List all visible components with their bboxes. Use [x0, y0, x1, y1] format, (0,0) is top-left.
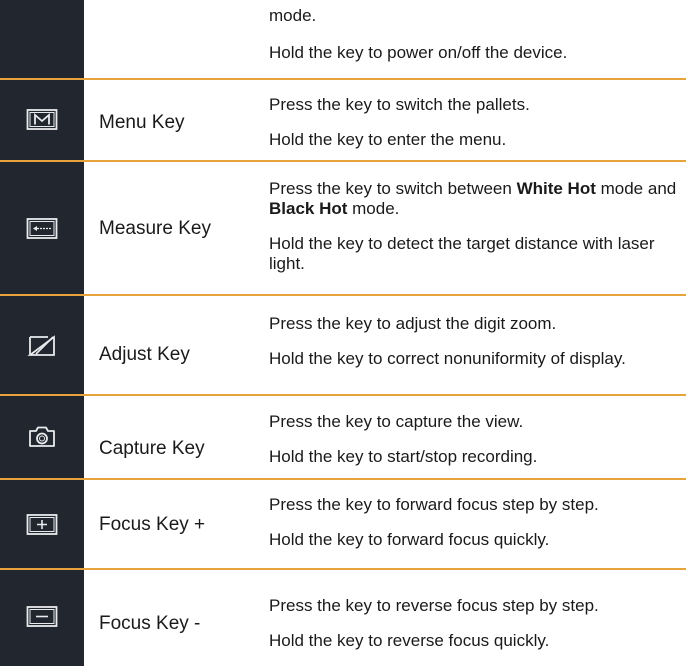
row-description: Press the key to capture the view. Hold …: [269, 412, 679, 467]
description-text: Press the key to switch between: [269, 179, 517, 198]
description-text: mode.: [347, 199, 400, 218]
key-name: Focus Key -: [99, 613, 201, 634]
description-line: Hold the key to enter the menu.: [269, 130, 507, 149]
row-description: Press the key to switch between White Ho…: [269, 179, 679, 274]
description-bold: White Hot: [516, 179, 596, 198]
description-line: Press the key to switch between White Ho…: [269, 179, 679, 219]
key-name: Adjust Key: [99, 344, 190, 365]
icon-column-cell: [0, 0, 84, 80]
row-description: Press the key to switch the pallets. Hol…: [269, 95, 679, 150]
icon-column-cell: [0, 296, 84, 396]
key-name: Menu Key: [99, 112, 185, 133]
table-row-capture-key: Capture Key Press the key to capture the…: [0, 396, 686, 480]
plus-key-icon: [26, 513, 58, 537]
description-line: Hold the key to forward focus quickly.: [269, 530, 550, 549]
measure-key-icon: [26, 217, 58, 241]
table-row-focus-plus-key: Focus Key + Press the key to forward foc…: [0, 480, 686, 570]
description-text: mode and: [595, 179, 677, 198]
icon-column-cell: [0, 480, 84, 570]
description-line: Press the key to forward focus step by s…: [269, 495, 599, 514]
table-row-power-continued: mode. Hold the key to power on/off the d…: [0, 0, 686, 80]
camera-icon: [26, 425, 58, 449]
description-line: Press the key to reverse focus step by s…: [269, 596, 599, 615]
key-name: Focus Key +: [99, 514, 206, 535]
description-line: Press the key to switch the pallets.: [269, 95, 530, 114]
row-description: Press the key to forward focus step by s…: [269, 495, 679, 550]
key-name: Measure Key: [99, 218, 211, 239]
description-line: Hold the key to reverse focus quickly.: [269, 631, 550, 650]
menu-key-icon: [26, 108, 58, 132]
table-row-focus-minus-key: Focus Key - Press the key to reverse foc…: [0, 570, 686, 666]
table-row-menu-key: Menu Key Press the key to switch the pal…: [0, 80, 686, 162]
description-line: Hold the key to correct nonuniformity of…: [269, 349, 626, 368]
row-description: mode. Hold the key to power on/off the d…: [269, 6, 679, 63]
description-line: Press the key to capture the view.: [269, 412, 524, 431]
table-row-measure-key: Measure Key Press the key to switch betw…: [0, 162, 686, 296]
table-row-adjust-key: Adjust Key Press the key to adjust the d…: [0, 296, 686, 396]
description-line: Press the key to adjust the digit zoom.: [269, 314, 557, 333]
icon-column-cell: [0, 80, 84, 162]
description-line: Hold the key to start/stop recording.: [269, 447, 538, 466]
key-name: Capture Key: [99, 438, 205, 459]
description-line: Hold the key to power on/off the device.: [269, 43, 568, 62]
description-line: Hold the key to detect the target distan…: [269, 234, 655, 273]
adjust-key-icon: [26, 334, 58, 358]
icon-column-cell: [0, 570, 84, 666]
description-line: mode.: [269, 6, 317, 25]
row-description: Press the key to adjust the digit zoom. …: [269, 314, 679, 369]
description-bold: Black Hot: [269, 199, 348, 218]
icon-column-cell: [0, 162, 84, 296]
icon-column-cell: [0, 396, 84, 480]
row-description: Press the key to reverse focus step by s…: [269, 596, 679, 651]
minus-key-icon: [26, 605, 58, 629]
